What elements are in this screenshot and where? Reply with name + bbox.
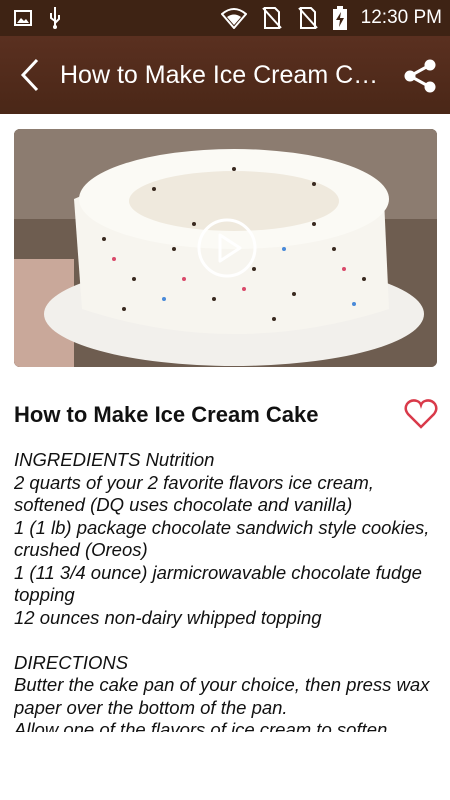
ingredients-heading: INGREDIENTS Nutrition [14, 449, 215, 470]
app-bar-title: How to Make Ice Cream Cake [60, 61, 385, 89]
ingredient-item: 1 (1 lb) package chocolate sandwich styl… [14, 516, 430, 561]
recipe-text: INGREDIENTS Nutrition 2 quarts of your 2… [14, 449, 434, 732]
no-sim-icon [297, 7, 318, 29]
share-button[interactable] [400, 56, 440, 96]
direction-step: Butter the cake pan of your choice, then… [14, 674, 430, 718]
play-icon[interactable] [196, 217, 258, 279]
ingredient-item: 2 quarts of your 2 favorite flavors ice … [14, 471, 374, 516]
direction-step: Allow one of the flavors of ice cream to… [14, 719, 388, 732]
clock: 12:30 PM [360, 7, 442, 28]
recipe-title: How to Make Ice Cream Cake [14, 402, 319, 427]
share-icon [404, 59, 436, 93]
back-arrow-icon [20, 58, 39, 92]
ingredient-item: 12 ounces non-dairy whipped topping [14, 606, 322, 628]
video-thumbnail[interactable] [14, 129, 437, 367]
app-bar: How to Make Ice Cream Cake [0, 36, 450, 114]
status-bar: 12:30 PM [0, 0, 450, 36]
battery-charging-icon [332, 6, 347, 30]
ingredient-item: 1 (11 3/4 ounce) jarmicrowavable chocola… [14, 561, 422, 606]
back-button[interactable] [12, 54, 48, 96]
usb-icon [50, 7, 60, 29]
heart-icon[interactable] [404, 398, 438, 430]
image-icon [14, 10, 32, 26]
directions-heading: DIRECTIONS [14, 651, 129, 673]
no-signal-icon [261, 7, 282, 29]
wifi-icon [220, 8, 247, 29]
